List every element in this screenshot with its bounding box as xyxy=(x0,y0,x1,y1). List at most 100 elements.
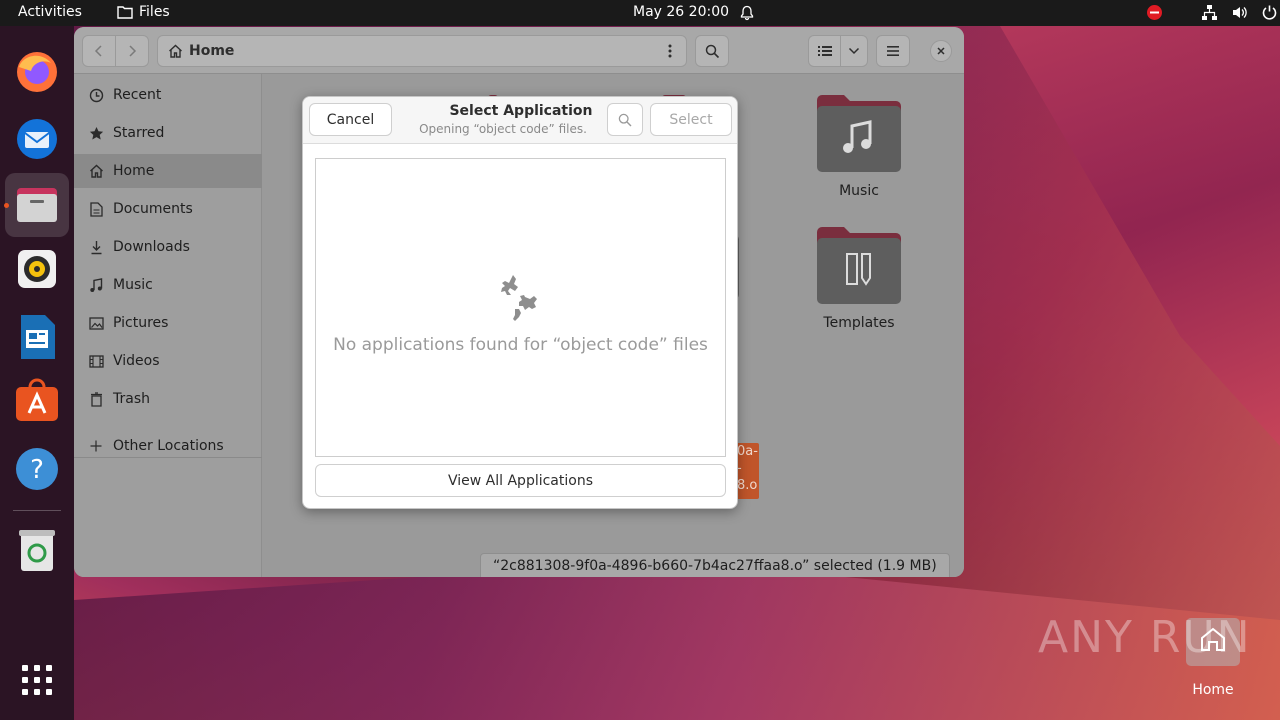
dock-rhythmbox[interactable] xyxy=(13,245,61,293)
home-icon xyxy=(169,44,182,58)
dialog-subtitle: Opening “object code” files. xyxy=(419,122,587,136)
folder-templates[interactable]: Templates xyxy=(814,226,904,331)
dock-software[interactable] xyxy=(13,376,61,424)
sidebar-item-label: Recent xyxy=(113,87,162,103)
select-button[interactable]: Select xyxy=(650,103,732,136)
selected-file-label: 0a- - 8.o xyxy=(737,444,758,493)
selection-status: “2c881308-9f0a-4896-b660-7b4ac27ffaa8.o”… xyxy=(480,553,950,577)
writer-icon xyxy=(21,315,55,359)
star-icon xyxy=(88,125,104,141)
select-button-label: Select xyxy=(669,111,713,128)
selected-file-partial[interactable]: 0a- - 8.o xyxy=(735,443,759,499)
running-indicator xyxy=(4,203,9,208)
no-applications-message: No applications found for “object code” … xyxy=(333,335,708,355)
home-icon xyxy=(88,163,104,179)
search-button[interactable] xyxy=(695,35,729,67)
dock-separator xyxy=(13,510,61,511)
volume-icon xyxy=(1231,4,1248,21)
main-menu-button[interactable] xyxy=(876,35,910,67)
no-applications-icon xyxy=(495,271,547,323)
path-bar[interactable]: Home xyxy=(157,35,687,67)
folder-music[interactable]: Music xyxy=(814,94,904,199)
music-icon xyxy=(88,277,104,293)
dock-writer[interactable] xyxy=(13,313,61,361)
files-icon xyxy=(17,188,57,222)
download-icon xyxy=(88,239,104,255)
path-menu-button[interactable] xyxy=(653,35,687,67)
search-icon xyxy=(618,113,632,126)
close-window-button[interactable] xyxy=(930,40,952,62)
templates-folder-icon xyxy=(817,227,901,304)
dock-show-apps[interactable] xyxy=(13,656,61,704)
sidebar-item-label: Starred xyxy=(113,125,165,141)
sidebar-item-other-locations[interactable]: Other Locations xyxy=(74,429,262,463)
view-all-label: View All Applications xyxy=(448,472,593,489)
sidebar-item-starred[interactable]: Starred xyxy=(74,116,262,150)
video-icon xyxy=(88,353,104,369)
sidebar-item-music[interactable]: Music xyxy=(74,268,262,302)
view-list-button[interactable] xyxy=(808,35,841,67)
dock-files[interactable] xyxy=(5,173,69,237)
files-sidebar: Recent Starred Home Documents Downloads … xyxy=(74,74,262,577)
app-menu[interactable]: Files xyxy=(117,4,170,20)
software-icon xyxy=(16,378,58,421)
sidebar-item-recent[interactable]: Recent xyxy=(74,78,262,112)
hamburger-icon xyxy=(887,46,899,56)
sidebar-item-downloads[interactable]: Downloads xyxy=(74,230,262,264)
select-application-dialog: Cancel Select Application Opening “objec… xyxy=(302,96,738,509)
sidebar-item-pictures[interactable]: Pictures xyxy=(74,306,262,340)
activities-button[interactable]: Activities xyxy=(18,4,82,20)
folder-icon xyxy=(117,6,133,19)
picture-icon xyxy=(88,315,104,331)
clock[interactable]: May 26 20:00 xyxy=(633,4,729,20)
trash-icon xyxy=(88,391,104,407)
view-options-button[interactable] xyxy=(840,35,868,67)
selection-status-text: “2c881308-9f0a-4896-b660-7b4ac27ffaa8.o”… xyxy=(493,557,937,574)
sidebar-item-label: Home xyxy=(113,163,155,179)
trash-icon xyxy=(19,530,55,571)
sidebar-item-label: Other Locations xyxy=(113,438,224,454)
dialog-search-button[interactable] xyxy=(607,103,643,136)
dock-trash[interactable] xyxy=(13,526,61,574)
help-icon: ? xyxy=(16,448,58,490)
back-button[interactable] xyxy=(82,35,116,67)
list-view-icon xyxy=(817,46,832,56)
sidebar-item-label: Pictures xyxy=(113,315,169,331)
sidebar-item-home[interactable]: Home xyxy=(74,154,262,188)
sidebar-item-label: Videos xyxy=(113,353,160,369)
folder-label: Music xyxy=(839,183,879,199)
system-tray[interactable] xyxy=(1146,4,1278,21)
path-bar-location: Home xyxy=(189,43,235,59)
top-bar: Activities Files May 26 20:00 xyxy=(0,0,1280,26)
plus-icon xyxy=(88,438,104,454)
sidebar-item-documents[interactable]: Documents xyxy=(74,192,262,226)
forward-button[interactable] xyxy=(115,35,149,67)
view-all-applications-button[interactable]: View All Applications xyxy=(315,464,726,497)
music-folder-icon xyxy=(817,95,901,172)
app-menu-label: Files xyxy=(139,4,170,20)
sidebar-item-label: Trash xyxy=(113,391,150,407)
sidebar-item-label: Music xyxy=(113,277,153,293)
dock-firefox[interactable] xyxy=(13,48,61,96)
desktop-home-label: Home xyxy=(1192,682,1234,698)
vertical-dots-icon xyxy=(668,44,672,58)
rhythmbox-icon xyxy=(18,250,56,288)
sidebar-item-trash[interactable]: Trash xyxy=(74,382,262,416)
dock-thunderbird[interactable] xyxy=(13,114,61,162)
chevron-left-icon xyxy=(94,45,102,57)
svg-text:?: ? xyxy=(30,455,44,485)
sidebar-item-label: Downloads xyxy=(113,239,190,255)
do-not-disturb-icon xyxy=(1146,4,1163,21)
chevron-right-icon xyxy=(129,45,137,57)
folder-label: Templates xyxy=(823,315,895,331)
power-icon xyxy=(1261,4,1278,21)
sidebar-item-videos[interactable]: Videos xyxy=(74,344,262,378)
sidebar-item-label: Documents xyxy=(113,201,193,217)
app-grid-icon xyxy=(22,665,52,695)
close-icon xyxy=(937,47,945,55)
bell-icon[interactable] xyxy=(739,5,755,21)
dock-help[interactable]: ? xyxy=(13,445,61,493)
dock: ? xyxy=(0,26,74,720)
thunderbird-icon xyxy=(17,119,57,159)
document-icon xyxy=(88,201,104,217)
